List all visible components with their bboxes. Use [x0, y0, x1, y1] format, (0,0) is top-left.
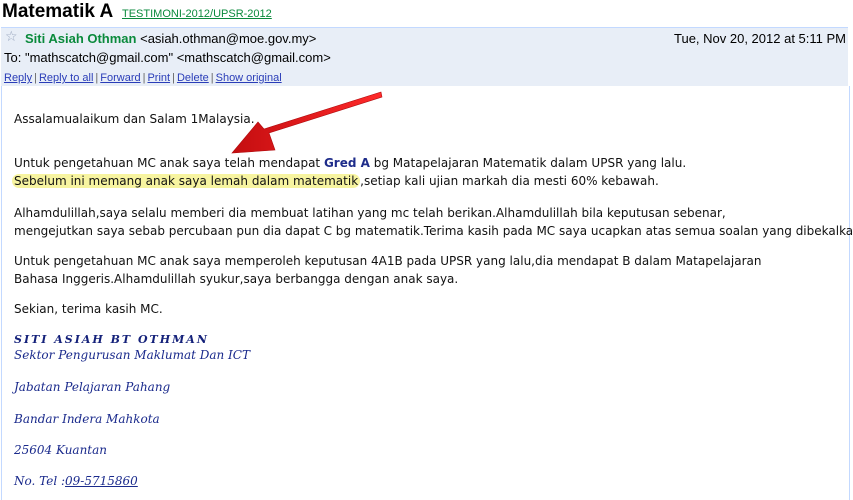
- recipient-line: To: "mathscatch@gmail.com" <mathscatch@g…: [4, 50, 331, 65]
- subject-bar: Matematik A TESTIMONI-2012/UPSR-2012: [0, 0, 853, 26]
- sender-name[interactable]: Siti Asiah Othman: [25, 31, 136, 46]
- paragraph-2-line-2: mengejutkan saya sebab percubaan pun dia…: [14, 224, 853, 238]
- message-actions: Reply | Reply to all | Forward | Print | Delete |…: [4, 72, 282, 84]
- message-date: Tue, Nov 20, 2012 at 5:11 PM: [674, 31, 846, 46]
- paragraph-1-line-1: Untuk pengetahuan MC anak saya telah men…: [14, 154, 686, 172]
- greeting: Assalamualaikum dan Salam 1Malaysia.: [14, 112, 255, 126]
- action-separator: |: [172, 72, 175, 84]
- reply-all-link[interactable]: Reply to all: [39, 72, 93, 84]
- signature-line: Sektor Pengurusan Maklumat Dan ICT: [14, 348, 250, 362]
- paragraph-1-line-2: Sebelum ini memang anak saya lemah dalam…: [12, 172, 659, 190]
- paragraph-2-line-1: Alhamdulillah,saya selalu memberi dia me…: [14, 206, 726, 220]
- forward-link[interactable]: Forward: [100, 72, 140, 84]
- email-subject: Matematik A: [2, 1, 114, 22]
- action-separator: |: [142, 72, 146, 84]
- closing-line: Sekian, terima kasih MC.: [14, 302, 163, 316]
- signature-phone: No. Tel :09-5715860: [14, 474, 138, 488]
- paragraph-1-text: ,setiap kali ujian markah dia mesti 60% …: [360, 174, 659, 188]
- signature-name: SITI ASIAH BT OTHMAN: [14, 333, 209, 346]
- signature-line: 25604 Kuantan: [14, 443, 108, 457]
- sender-line: Siti Asiah Othman <asiah.othman@moe.gov.…: [25, 31, 316, 46]
- phone-link[interactable]: 09-5715860: [65, 474, 138, 488]
- signature-line: Jabatan Pelajaran Pahang: [14, 380, 171, 394]
- message-body: Assalamualaikum dan Salam 1Malaysia. Unt…: [1, 86, 853, 500]
- show-original-link[interactable]: Show original: [216, 72, 282, 84]
- label-tag[interactable]: TESTIMONI-2012/UPSR-2012: [122, 8, 272, 20]
- signature-line: Bandar Indera Mahkota: [14, 412, 160, 426]
- star-icon[interactable]: ☆: [5, 29, 18, 45]
- grade-emphasis: Gred A: [323, 156, 370, 170]
- action-separator: |: [210, 72, 214, 84]
- reply-link[interactable]: Reply: [4, 72, 32, 84]
- message-header: ☆ Siti Asiah Othman <asiah.othman@moe.go…: [1, 27, 848, 86]
- paragraph-1-text: Untuk pengetahuan MC anak saya telah men…: [14, 156, 324, 170]
- highlighted-text: Sebelum ini memang anak saya lemah dalam…: [12, 174, 361, 188]
- print-link[interactable]: Print: [147, 72, 170, 84]
- paragraph-3-line-2: Bahasa Inggeris.Alhamdulillah syukur,say…: [14, 272, 459, 286]
- action-separator: |: [95, 72, 99, 84]
- paragraph-3-line-1: Untuk pengetahuan MC anak saya memperole…: [14, 254, 762, 268]
- delete-link[interactable]: Delete: [177, 72, 209, 84]
- sender-email: <asiah.othman@moe.gov.my>: [140, 31, 317, 46]
- paragraph-1-text: bg Matapelajaran Matematik dalam UPSR ya…: [369, 156, 687, 170]
- action-separator: |: [34, 72, 37, 84]
